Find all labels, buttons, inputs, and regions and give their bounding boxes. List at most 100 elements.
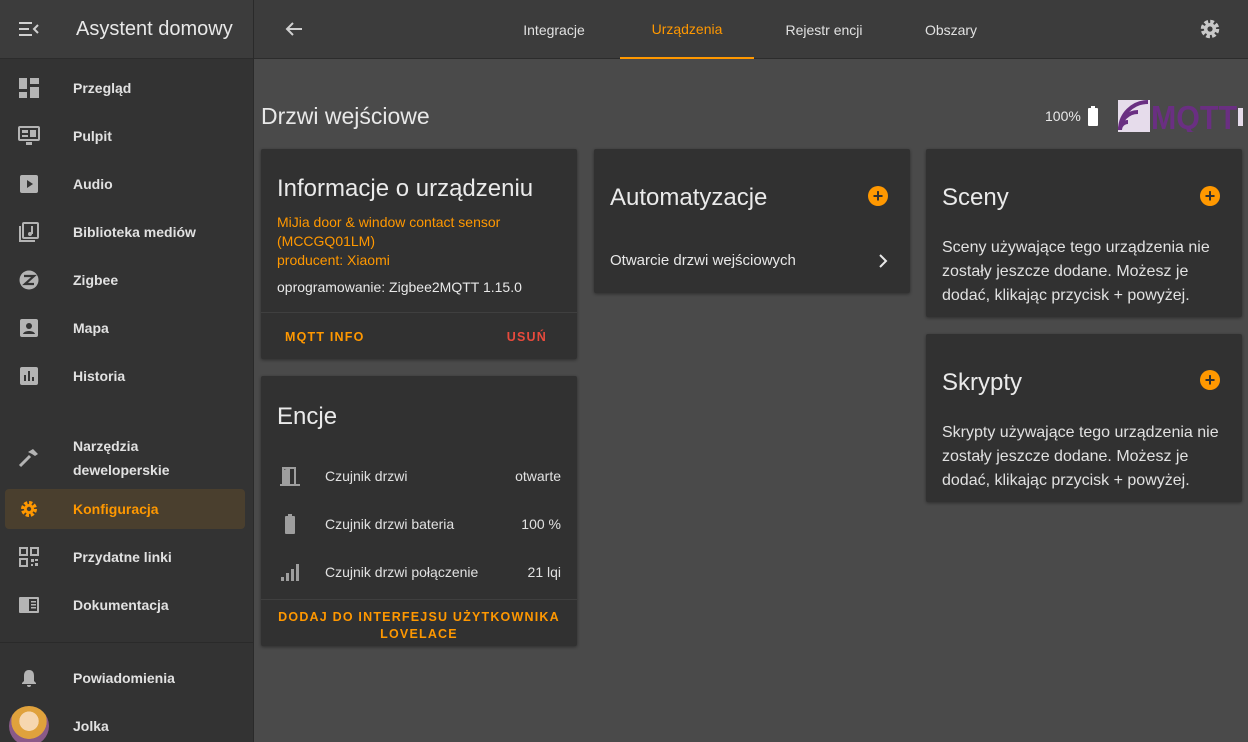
sidebar-item-panel[interactable]: Pulpit [5, 116, 245, 156]
chart-box-icon [20, 367, 38, 385]
settings-button[interactable] [1196, 15, 1224, 43]
sidebar-item-developer-tools[interactable]: Narzędzia deweloperskie [5, 434, 245, 482]
sidebar-header: Asystent domowy [0, 0, 253, 59]
app-title: Asystent domowy [76, 17, 233, 40]
sidebar-item-history[interactable]: Historia [5, 356, 245, 396]
add-scene-button[interactable]: + [1200, 186, 1220, 206]
add-to-lovelace-label: LOVELACE [380, 627, 458, 641]
play-box-icon [20, 175, 38, 193]
entity-name: Czujnik drzwi [325, 468, 408, 484]
menu-toggle-button[interactable] [0, 0, 58, 59]
sidebar-item-configuration[interactable]: Konfiguracja [5, 489, 245, 529]
sidebar-item-overview[interactable]: Przegląd [5, 68, 245, 108]
automations-title: Automatyzacje [610, 184, 768, 211]
plus-icon: + [872, 186, 884, 206]
entity-name: Czujnik drzwi połączenie [325, 564, 479, 580]
scenes-title: Sceny [942, 184, 1009, 211]
bell-icon [22, 670, 36, 687]
chevron-right-icon [879, 254, 888, 268]
entity-row-battery[interactable]: Czujnik drzwi bateria 100 % [261, 500, 577, 548]
delete-button[interactable]: USUŃ [507, 330, 547, 344]
entities-card: Encje Czujnik drzwi otwarte Czujnik drzw… [261, 376, 577, 646]
device-model-code: (MCCGQ01LM) [277, 233, 376, 249]
entities-title: Encje [277, 403, 338, 430]
menu-icon [19, 22, 39, 36]
entity-value: otwarte [515, 468, 561, 484]
sidebar-item-audio[interactable]: Audio [5, 164, 245, 204]
sidebar-item-zigbee[interactable]: Zigbee [5, 260, 245, 300]
sidebar-item-user[interactable]: Jolka [5, 706, 245, 742]
device-model: MiJia door & window contact sensor (MCCG… [277, 213, 500, 270]
scenes-empty-line: dodać, klikając przycisk + powyżej. [942, 287, 1190, 304]
media-library-icon [19, 222, 39, 242]
plus-icon: + [1204, 186, 1216, 206]
dashboard-icon [19, 78, 39, 98]
add-automation-button[interactable]: + [868, 186, 888, 206]
sidebar-item-label: Dokumentacja [73, 597, 169, 613]
scripts-empty-line: zostały jeszcze dodane. Możesz je [942, 448, 1189, 465]
sidebar-item-label: Powiadomienia [73, 670, 175, 686]
sidebar-divider [0, 642, 254, 643]
door-open-icon [280, 467, 300, 486]
sidebar-item-label: Narzędzia deweloperskie [73, 438, 170, 478]
scripts-title: Skrypty [942, 369, 1023, 396]
automation-item[interactable]: Otwarcie drzwi wejściowych [594, 237, 910, 285]
sidebar-item-label: Audio [73, 176, 113, 192]
account-box-icon [20, 319, 38, 337]
scenes-empty-text: Sceny używające tego urządzenia nie zost… [942, 236, 1210, 308]
sidebar-item-map[interactable]: Mapa [5, 308, 245, 348]
add-script-button[interactable]: + [1200, 370, 1220, 390]
sidebar-item-label: Historia [73, 368, 126, 384]
sidebar-item-label: Przydatne linki [73, 549, 172, 565]
scenes-card: Sceny + Sceny używające tego urządzenia … [926, 149, 1242, 317]
gear-icon [21, 501, 37, 517]
battery-icon [1087, 106, 1098, 126]
tab-devices[interactable]: Urządzenia [620, 0, 754, 59]
zigbee-icon [19, 270, 39, 290]
tab-entity-registry[interactable]: Rejestr encji [770, 0, 878, 59]
automations-card: Automatyzacje + Otwarcie drzwi wejściowy… [594, 149, 910, 293]
device-manufacturer: producent: Xiaomi [277, 252, 390, 268]
sidebar-item-label: Biblioteka mediów [73, 224, 196, 240]
entity-row-linkquality[interactable]: Czujnik drzwi połączenie 21 lqi [261, 548, 577, 596]
entity-row-door[interactable]: Czujnik drzwi otwarte [261, 452, 577, 500]
device-info-title: Informacje o urządzeniu [277, 175, 534, 202]
scripts-empty-line: Skrypty używające tego urządzenia nie [942, 424, 1219, 441]
scripts-card: Skrypty + Skrypty używające tego urządze… [926, 334, 1242, 502]
sidebar-item-label: Konfiguracja [73, 501, 159, 517]
battery-status: 100% [1045, 106, 1099, 126]
add-to-lovelace-button[interactable]: DODAJ DO INTERFEJSU UŻYTKOWNIKA LOVELACE [261, 609, 577, 643]
device-firmware: oprogramowanie: Zigbee2MQTT 1.15.0 [277, 279, 522, 295]
scenes-empty-line: Sceny używające tego urządzenia nie [942, 239, 1210, 256]
device-model-line: MiJia door & window contact sensor [277, 214, 501, 230]
book-icon [19, 597, 39, 613]
mqtt-logo: MQTT [1118, 100, 1243, 132]
monitor-dashboard-icon [18, 126, 40, 145]
avatar [9, 706, 49, 742]
entities-actions: DODAJ DO INTERFEJSU UŻYTKOWNIKA LOVELACE [261, 599, 577, 646]
battery-icon [285, 514, 295, 534]
gear-icon [1200, 19, 1220, 39]
sidebar-item-label: Przegląd [73, 80, 132, 96]
app: Asystent domowy Przegląd Pulpit Audio Bi… [0, 0, 1248, 742]
back-button[interactable] [280, 15, 308, 43]
svg-text:MQTT: MQTT [1151, 100, 1237, 132]
sidebar-item-notifications[interactable]: Powiadomienia [5, 658, 245, 698]
device-info-card: Informacje o urządzeniu MiJia door & win… [261, 149, 577, 359]
qrcode-icon [19, 547, 39, 567]
mqtt-info-button[interactable]: MQTT INFO [285, 330, 365, 344]
scripts-empty-line: dodać, klikając przycisk + powyżej. [942, 472, 1190, 489]
tab-areas[interactable]: Obszary [910, 0, 992, 59]
tab-integrations[interactable]: Integracje [504, 0, 604, 59]
scripts-empty-text: Skrypty używające tego urządzenia nie zo… [942, 421, 1219, 493]
page-title: Drzwi wejściowe [261, 103, 430, 129]
sidebar-item-label: Jolka [73, 718, 109, 734]
battery-level: 100% [1045, 108, 1081, 124]
device-info-actions: MQTT INFO USUŃ [261, 312, 577, 359]
top-bar: Integracje Urządzenia Rejestr encji Obsz… [254, 0, 1248, 59]
sidebar-item-label: Pulpit [73, 128, 112, 144]
sidebar-item-label: Zigbee [73, 272, 119, 288]
sidebar-item-media-library[interactable]: Biblioteka mediów [5, 212, 245, 252]
sidebar-item-useful-links[interactable]: Przydatne linki [5, 537, 245, 577]
sidebar-item-documentation[interactable]: Dokumentacja [5, 585, 245, 625]
